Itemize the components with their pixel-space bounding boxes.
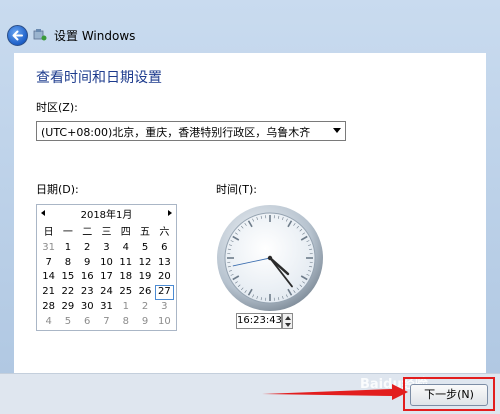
annotation-highlight-box	[403, 377, 495, 411]
annotation-arrow-icon	[0, 0, 500, 413]
setup-window: 设置 Windows 查看时间和日期设置 时区(Z): (UTC+08:00)北…	[0, 0, 500, 413]
